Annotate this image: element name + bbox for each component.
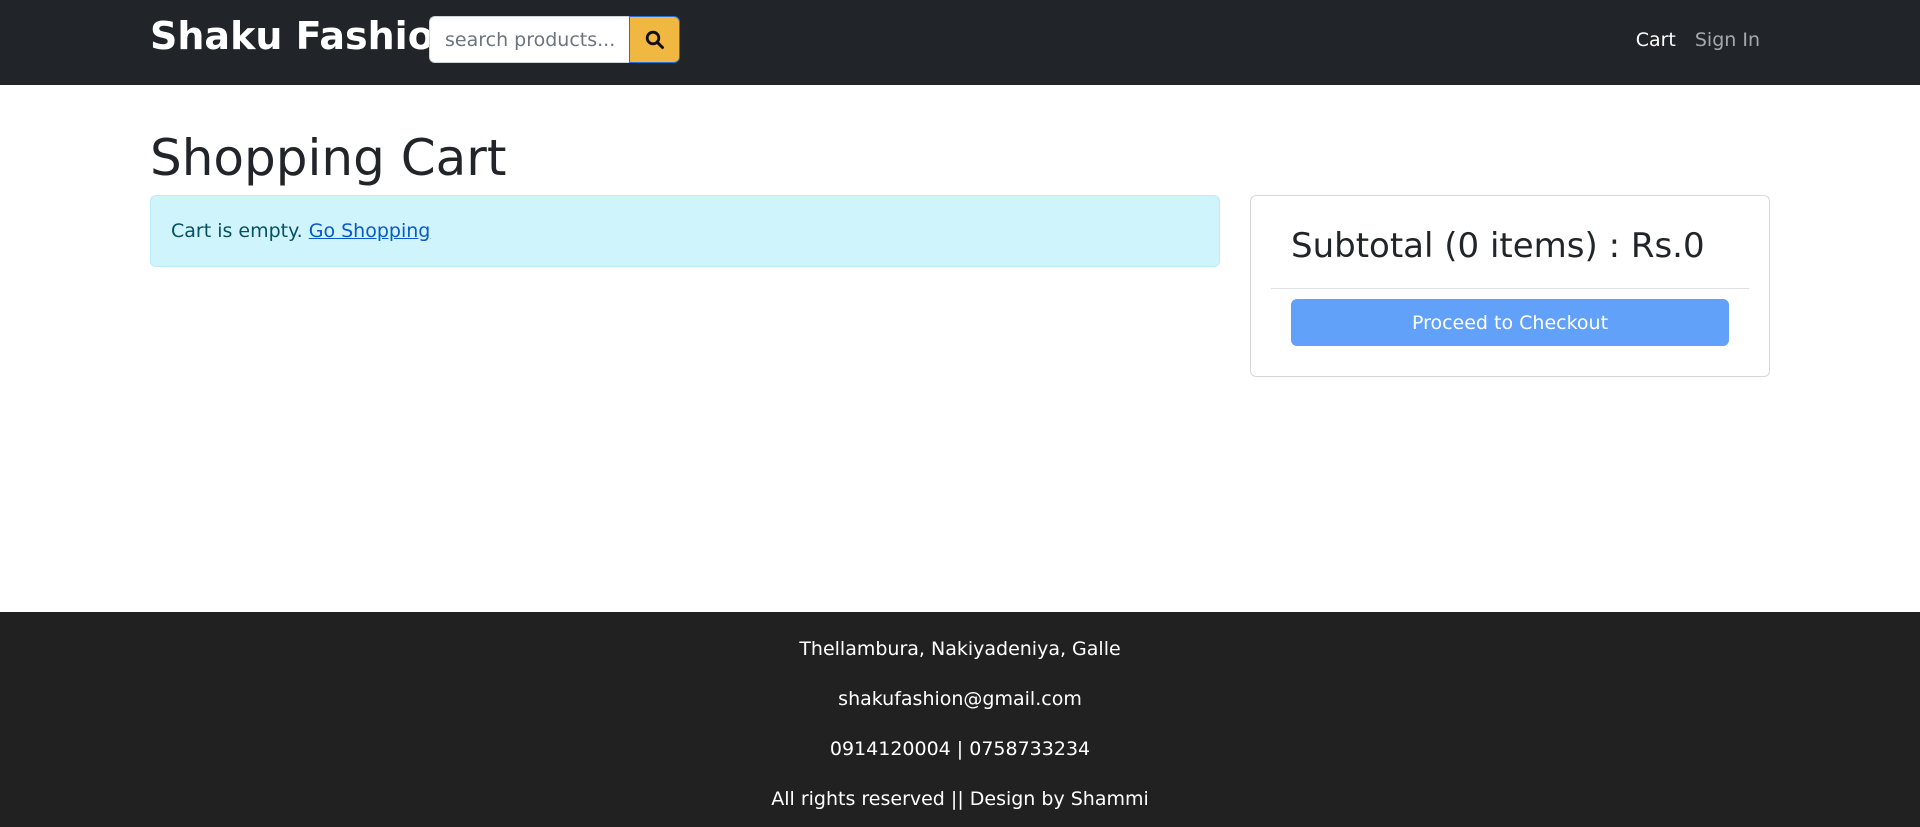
alert-message: Cart is empty. (171, 220, 303, 242)
card-divider (1271, 288, 1749, 289)
page-title: Shopping Cart (150, 129, 507, 187)
footer-phone: 0914120004 | 0758733234 (829, 738, 1091, 760)
search-input[interactable] (429, 16, 629, 63)
footer: Thellambura, Nakiyadeniya, Galle shakufa… (0, 612, 1920, 827)
brand-logo[interactable]: Shaku Fashion (150, 14, 461, 58)
empty-cart-alert: Cart is empty. Go Shopping (150, 195, 1220, 267)
search-form (429, 16, 680, 63)
footer-copyright: All rights reserved || Design by Shammi (771, 788, 1149, 810)
footer-address: Thellambura, Nakiyadeniya, Galle (799, 638, 1121, 660)
search-icon (645, 30, 664, 49)
nav-sign-in-link[interactable]: Sign In (1695, 26, 1760, 54)
proceed-to-checkout-button[interactable]: Proceed to Checkout (1291, 299, 1729, 346)
nav-links: Cart Sign In (1636, 26, 1760, 54)
footer-email: shakufashion@gmail.com (838, 688, 1082, 710)
nav-cart-link[interactable]: Cart (1636, 26, 1676, 54)
search-button[interactable] (629, 16, 680, 63)
subtotal-heading: Subtotal (0 items) : Rs.0 (1291, 226, 1705, 266)
go-shopping-link[interactable]: Go Shopping (309, 220, 431, 242)
navbar: Shaku Fashion Cart Sign In (0, 0, 1920, 85)
cart-summary-card: Subtotal (0 items) : Rs.0 Proceed to Che… (1250, 195, 1770, 377)
